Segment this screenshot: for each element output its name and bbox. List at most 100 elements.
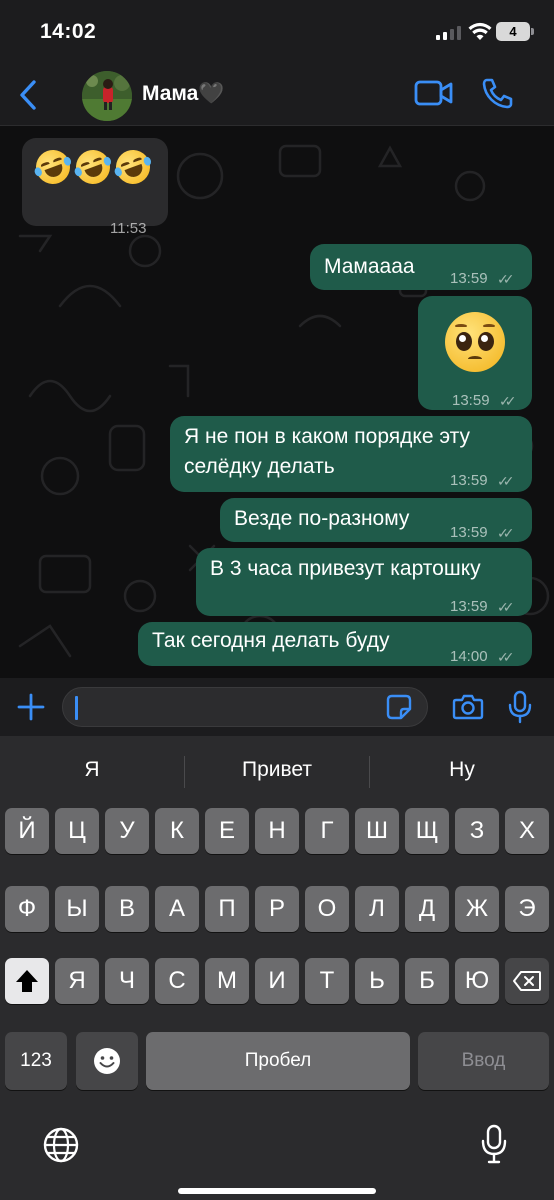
shift-key[interactable]: [5, 958, 49, 1004]
message-time: 13:59: [450, 524, 488, 541]
key[interactable]: Ц: [55, 808, 99, 854]
key[interactable]: П: [205, 886, 249, 932]
battery-level: 4: [509, 24, 517, 39]
key[interactable]: У: [105, 808, 149, 854]
read-receipt-icon: ✓✓: [497, 525, 515, 541]
key[interactable]: Д: [405, 886, 449, 932]
battery-cap: [531, 28, 534, 35]
shift-icon: [16, 970, 38, 992]
key[interactable]: Ь: [355, 958, 399, 1004]
globe-icon[interactable]: [42, 1126, 80, 1164]
numbers-key[interactable]: 123: [5, 1032, 67, 1090]
key[interactable]: И: [255, 958, 299, 1004]
chat-area[interactable]: 11:53 Мамаааа 13:59 ✓✓ 13:59 ✓✓ Я не пон…: [0, 126, 554, 678]
message-time: 13:59: [450, 270, 488, 287]
read-receipt-icon: ✓✓: [497, 649, 515, 665]
backspace-icon: [513, 971, 541, 991]
message-time: 13:59: [450, 472, 488, 489]
message-time: 11:53: [110, 220, 147, 237]
chat-header: Мама🖤: [0, 64, 554, 126]
rolling-laughing-emoji-icon: [111, 145, 155, 189]
message-time: 14:00: [450, 648, 488, 665]
signal-icon: [436, 26, 462, 40]
battery-icon: 4: [496, 22, 530, 41]
key[interactable]: Л: [355, 886, 399, 932]
return-key[interactable]: Ввод: [418, 1032, 549, 1090]
key[interactable]: Й: [5, 808, 49, 854]
rolling-laughing-emoji-icon: [31, 145, 75, 189]
key[interactable]: Г: [305, 808, 349, 854]
read-receipt-icon: ✓✓: [497, 473, 515, 489]
backspace-key[interactable]: [505, 958, 549, 1004]
status-time: 14:02: [40, 20, 97, 43]
key[interactable]: С: [155, 958, 199, 1004]
home-indicator[interactable]: [178, 1188, 376, 1194]
laughing-emoji-row: [31, 145, 155, 189]
pleading-face-emoji-icon: [445, 312, 505, 372]
back-icon[interactable]: [14, 78, 44, 112]
message-text-line-1: Я не пон в каком порядке эту: [184, 425, 470, 448]
key[interactable]: Е: [205, 808, 249, 854]
space-key[interactable]: Пробел: [146, 1032, 410, 1090]
emoji-icon: [94, 1048, 120, 1074]
message-text: В 3 часа привезут картошку: [210, 557, 481, 580]
message-text: Так сегодня делать буду: [152, 629, 390, 652]
phone-call-icon[interactable]: [480, 76, 514, 110]
outgoing-message[interactable]: Я не пон в каком порядке эту селёдку дел…: [170, 416, 532, 492]
camera-icon[interactable]: [452, 692, 484, 722]
message-input[interactable]: [62, 687, 428, 727]
key[interactable]: Т: [305, 958, 349, 1004]
contact-name[interactable]: Мама🖤: [142, 82, 225, 106]
key[interactable]: А: [155, 886, 199, 932]
key[interactable]: Ч: [105, 958, 149, 1004]
outgoing-message[interactable]: В 3 часа привезут картошку 13:59 ✓✓: [196, 548, 532, 616]
plus-icon[interactable]: [16, 692, 46, 722]
message-text: Везде по-разному: [234, 507, 410, 530]
outgoing-message[interactable]: 13:59 ✓✓: [418, 296, 532, 410]
key[interactable]: О: [305, 886, 349, 932]
outgoing-message[interactable]: Так сегодня делать буду 14:00 ✓✓: [138, 622, 532, 666]
message-text-line-2: селёдку делать: [184, 455, 335, 478]
text-caret: [75, 696, 78, 720]
read-receipt-icon: ✓✓: [497, 599, 515, 615]
microphone-icon[interactable]: [508, 690, 532, 724]
incoming-message[interactable]: 11:53: [22, 138, 168, 237]
emoji-key[interactable]: [76, 1032, 138, 1090]
suggestion-1[interactable]: Я: [0, 758, 184, 782]
message-time: 13:59: [450, 598, 488, 615]
keyboard-suggestions: Я Привет Ну: [0, 736, 554, 806]
key[interactable]: К: [155, 808, 199, 854]
message-input-bar: [0, 678, 554, 736]
key[interactable]: Ж: [455, 886, 499, 932]
key[interactable]: Н: [255, 808, 299, 854]
suggestion-2[interactable]: Привет: [185, 758, 369, 782]
key[interactable]: Щ: [405, 808, 449, 854]
key[interactable]: Ф: [5, 886, 49, 932]
key[interactable]: Б: [405, 958, 449, 1004]
key[interactable]: З: [455, 808, 499, 854]
outgoing-message[interactable]: Везде по-разному 13:59 ✓✓: [220, 498, 532, 542]
key[interactable]: В: [105, 886, 149, 932]
key[interactable]: Ю: [455, 958, 499, 1004]
rolling-laughing-emoji-icon: [71, 145, 115, 189]
wifi-icon: [468, 22, 492, 40]
read-receipt-icon: ✓✓: [497, 271, 515, 287]
key[interactable]: Ы: [55, 886, 99, 932]
key[interactable]: Х: [505, 808, 549, 854]
key[interactable]: Ш: [355, 808, 399, 854]
message-time: 13:59: [452, 392, 490, 409]
status-bar: 14:02 4: [0, 0, 554, 64]
key[interactable]: Э: [505, 886, 549, 932]
message-text: Мамаааа: [324, 255, 415, 278]
key[interactable]: М: [205, 958, 249, 1004]
read-receipt-icon: ✓✓: [499, 393, 517, 409]
keyboard: Я Привет Ну Й Ц У К Е Н Г Ш Щ З Х Ф Ы В …: [0, 736, 554, 1200]
key[interactable]: Р: [255, 886, 299, 932]
sticker-icon[interactable]: [386, 694, 412, 720]
video-call-icon[interactable]: [414, 78, 454, 108]
suggestion-3[interactable]: Ну: [370, 758, 554, 782]
key[interactable]: Я: [55, 958, 99, 1004]
dictation-icon[interactable]: [480, 1124, 508, 1164]
outgoing-message[interactable]: Мамаааа 13:59 ✓✓: [310, 244, 532, 290]
avatar[interactable]: [82, 71, 132, 121]
